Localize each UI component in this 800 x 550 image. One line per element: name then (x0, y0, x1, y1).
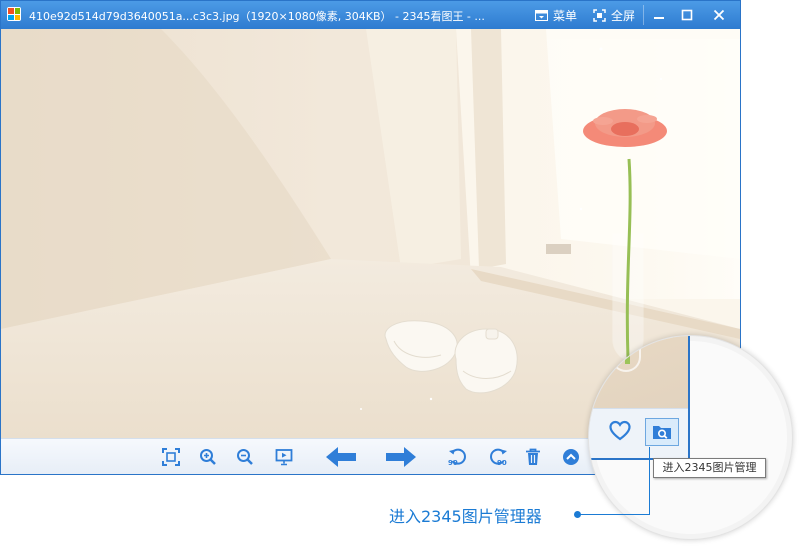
chevron-up-circle-icon (563, 449, 579, 465)
zoom-out-icon (237, 449, 253, 465)
app-logo-icon (7, 7, 21, 21)
rotate-left-label: 90 (448, 459, 458, 467)
arrow-left-icon (326, 447, 356, 467)
callout-line-horizontal (579, 514, 650, 515)
trash-icon (526, 448, 540, 465)
picture-manager-button[interactable] (645, 418, 679, 446)
minimize-button[interactable] (644, 3, 674, 27)
delete-button[interactable] (522, 446, 544, 468)
menu-icon (535, 9, 548, 21)
maximize-icon (681, 9, 693, 21)
window-title: 410e92d514d79d3640051a...c3c3.jpg（1920×1… (29, 10, 485, 23)
zoom-in-button[interactable] (197, 446, 219, 468)
callout-dot (574, 511, 581, 518)
rotate-right-label: 90 (497, 459, 507, 467)
close-button[interactable] (704, 3, 734, 27)
slideshow-icon (275, 449, 293, 466)
zoom-out-button[interactable] (234, 446, 256, 468)
rotate-left-button[interactable]: 90 (445, 446, 471, 468)
previous-image-button[interactable] (325, 446, 357, 468)
heart-icon (609, 420, 631, 441)
zoom-in-icon (200, 449, 216, 465)
menu-label: 菜单 (553, 8, 578, 23)
callout-label: 进入2345图片管理器 (389, 507, 542, 526)
arrow-right-icon (386, 447, 416, 467)
minimize-icon (654, 17, 664, 19)
slideshow-button[interactable] (273, 446, 295, 468)
fit-window-icon (162, 448, 180, 466)
title-bar[interactable]: 410e92d514d79d3640051a...c3c3.jpg（1920×1… (1, 1, 740, 29)
fullscreen-label: 全屏 (611, 8, 636, 23)
more-button[interactable] (560, 446, 582, 468)
magnified-window-border (688, 336, 690, 460)
maximize-button[interactable] (672, 3, 702, 27)
menu-button[interactable]: 菜单 (535, 5, 577, 25)
fullscreen-button[interactable]: 全屏 (593, 5, 635, 25)
fit-window-button[interactable] (160, 446, 182, 468)
zoom-magnifier (588, 335, 793, 540)
next-image-button[interactable] (385, 446, 417, 468)
folder-search-icon (653, 426, 671, 439)
favorite-button[interactable] (609, 420, 631, 442)
tooltip: 进入2345图片管理 (653, 458, 766, 478)
magnified-photo (589, 336, 689, 408)
callout-line-vertical (649, 447, 650, 515)
close-icon (713, 9, 725, 21)
fullscreen-icon (593, 8, 606, 22)
rotate-right-button[interactable]: 90 (485, 446, 511, 468)
